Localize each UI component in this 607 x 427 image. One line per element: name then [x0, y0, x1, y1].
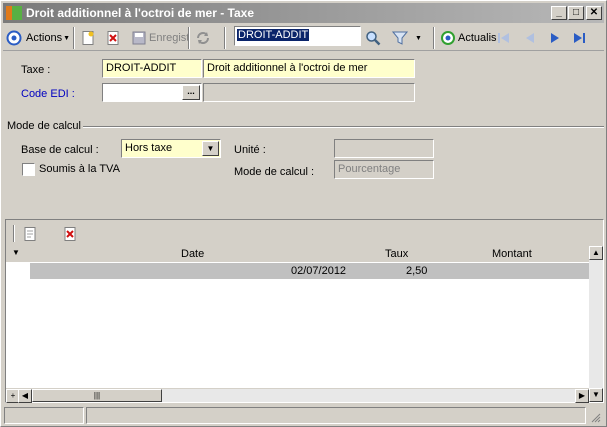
delete-icon: [105, 30, 121, 46]
toolbar: Actions ▼ Enregist DROIT-ADDIT ▼ Actuali…: [3, 24, 604, 51]
new-document-icon: [80, 30, 96, 46]
table-row[interactable]: 02/07/2012 2,50: [30, 263, 589, 279]
mode-calcul-group-title: Mode de calcul: [7, 120, 81, 132]
window-title: Droit additionnel à l'octroi de mer - Ta…: [26, 6, 254, 20]
status-cell-2: [86, 407, 586, 424]
save-label: Enregist: [149, 32, 190, 44]
save-button[interactable]: Enregist: [131, 28, 189, 48]
scroll-up-button[interactable]: ▲: [589, 246, 603, 260]
scroll-right-button[interactable]: ▶: [575, 389, 589, 403]
new-button[interactable]: [80, 28, 96, 48]
filter-dropdown-icon[interactable]: ▼: [415, 35, 422, 42]
horizontal-scroll-thumb[interactable]: |||: [32, 389, 162, 402]
grid-body: [6, 262, 589, 388]
chevron-down-icon: ▼: [592, 390, 600, 399]
actions-button[interactable]: Actions ▼: [6, 28, 70, 48]
grid-delete-row-icon[interactable]: [62, 226, 78, 242]
cell-taux[interactable]: 2,50: [406, 265, 427, 277]
chevron-up-icon: ▲: [592, 248, 600, 257]
horizontal-scrollbar[interactable]: + ◀ ||| ▶: [6, 388, 589, 403]
previous-record-button[interactable]: [522, 28, 538, 48]
taxe-code-field[interactable]: DROIT-ADDIT: [102, 59, 202, 78]
scroll-left-button[interactable]: ◀: [18, 389, 32, 403]
code-edi-label[interactable]: Code EDI :: [21, 88, 75, 100]
sync-button[interactable]: [195, 28, 211, 48]
maximize-button[interactable]: □: [568, 6, 584, 20]
column-date[interactable]: Date: [181, 248, 204, 260]
search-button[interactable]: [365, 28, 381, 48]
base-calcul-dropdown-button[interactable]: ▼: [202, 141, 219, 156]
unite-label: Unité :: [234, 144, 266, 156]
base-calcul-value: Hors taxe: [125, 142, 173, 154]
close-button[interactable]: ✕: [586, 6, 602, 20]
refresh-label: Actualis: [458, 32, 497, 44]
row-selector-icon[interactable]: ▼: [12, 248, 20, 257]
search-input[interactable]: DROIT-ADDIT: [234, 26, 361, 46]
main-window: Droit additionnel à l'octroi de mer - Ta…: [0, 0, 607, 427]
group-divider: [83, 126, 604, 128]
save-icon: [131, 30, 147, 46]
soumis-tva-label: Soumis à la TVA: [39, 163, 120, 175]
actions-icon: [6, 30, 22, 46]
resize-grip-icon[interactable]: [589, 411, 601, 423]
next-icon: [547, 30, 563, 46]
grid-header: ▼ Date Taux Montant: [6, 246, 603, 262]
unite-field: [334, 139, 434, 158]
status-cell-1: [4, 407, 84, 424]
last-icon: [571, 30, 587, 46]
base-calcul-label: Base de calcul :: [21, 144, 99, 156]
filter-icon: [391, 30, 409, 46]
next-record-button[interactable]: [547, 28, 563, 48]
taxe-name-field[interactable]: Droit additionnel à l'octroi de mer: [203, 59, 415, 78]
status-bar: [3, 406, 604, 425]
search-icon: [365, 30, 381, 46]
mode-calcul-field: Pourcentage: [334, 160, 434, 179]
cell-date[interactable]: 02/07/2012: [291, 265, 346, 277]
actions-label: Actions: [26, 32, 63, 44]
chevron-left-icon: ◀: [21, 391, 29, 400]
filter-button[interactable]: ▼: [391, 28, 422, 48]
last-record-button[interactable]: [571, 28, 587, 48]
scroll-down-button[interactable]: ▼: [589, 388, 603, 402]
code-edi-description-field: [203, 83, 415, 102]
actions-dropdown-icon: ▼: [63, 34, 71, 42]
taxe-label: Taxe :: [21, 64, 51, 76]
previous-icon: [522, 30, 538, 46]
grid-add-row-icon[interactable]: [22, 226, 38, 242]
rates-grid: ▼ Date Taux Montant 02/07/2012 2,50 ▲ ▼ …: [5, 219, 604, 403]
delete-button[interactable]: [105, 28, 121, 48]
mode-calcul-label: Mode de calcul :: [234, 166, 315, 178]
minimize-button[interactable]: _: [551, 6, 567, 20]
column-montant[interactable]: Montant: [492, 248, 532, 260]
sync-icon: [195, 30, 211, 46]
grid-toolbar: [6, 220, 603, 246]
refresh-button[interactable]: Actualis: [440, 28, 497, 48]
column-taux[interactable]: Taux: [385, 248, 408, 260]
soumis-tva-checkbox[interactable]: [22, 163, 35, 176]
code-edi-browse-button[interactable]: ...: [182, 85, 200, 100]
title-bar[interactable]: Droit additionnel à l'octroi de mer - Ta…: [3, 3, 604, 23]
chevron-right-icon: ▶: [578, 391, 586, 400]
chevron-down-icon: ▼: [206, 144, 215, 153]
first-record-button[interactable]: [496, 28, 512, 48]
refresh-icon: [440, 30, 456, 46]
search-input-value: DROIT-ADDIT: [237, 29, 310, 41]
app-icon: [6, 6, 22, 20]
first-icon: [496, 30, 512, 46]
vertical-scrollbar[interactable]: ▲ ▼: [589, 246, 603, 402]
